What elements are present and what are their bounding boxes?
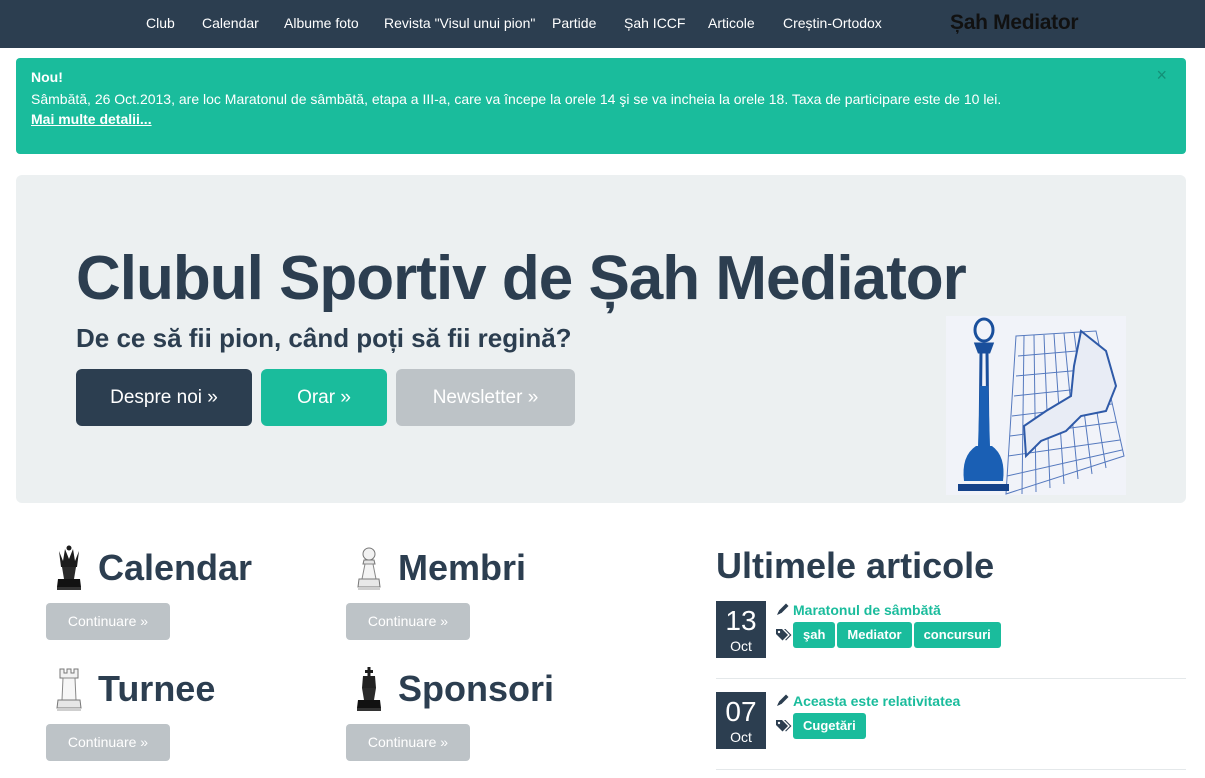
brand-logo[interactable]: Șah Mediator	[950, 11, 1079, 35]
date-month: Oct	[730, 729, 752, 745]
nav-item-albume-foto[interactable]: Albume foto	[284, 15, 359, 32]
nav-item-revista[interactable]: Revista "Visul unui pion"	[384, 15, 535, 32]
article-date: 13 Oct	[716, 601, 766, 658]
alert-more-link[interactable]: Mai multe detalii...	[31, 111, 152, 128]
feature-title-membri: Membri	[398, 547, 527, 588]
about-button[interactable]: Despre noi »	[76, 369, 252, 426]
article-title-link[interactable]: Maratonul de sâmbătă	[793, 602, 941, 619]
tag-badge[interactable]: Cugetări	[793, 713, 866, 739]
list-item: 07 Oct Aceasta este relativitatea Cugetă…	[716, 692, 1186, 770]
sponsori-continue-button[interactable]: Continuare »	[346, 724, 470, 761]
nav-item-partide[interactable]: Partide	[552, 15, 596, 32]
article-tags: Cugetări	[793, 713, 868, 739]
newsletter-button[interactable]: Newsletter »	[396, 369, 575, 426]
alert-text: Sâmbătă, 26 Oct.2013, are loc Maratonul …	[31, 91, 1002, 107]
date-day: 07	[725, 696, 757, 727]
white-pawn-icon	[357, 547, 381, 590]
tag-badge[interactable]: Mediator	[837, 622, 912, 648]
hero-jumbotron: Clubul Sportiv de Șah Mediator De ce să …	[16, 175, 1186, 503]
close-icon[interactable]: ×	[1156, 66, 1167, 84]
page-subtitle: De ce să fii pion, când poți să fii regi…	[76, 323, 572, 353]
article-tags: şah Mediator concursuri	[793, 622, 1003, 648]
white-rook-icon	[56, 668, 82, 711]
feature-title-sponsori: Sponsori	[398, 668, 555, 709]
black-queen-icon	[57, 545, 81, 590]
tags-icon	[776, 720, 792, 732]
article-date: 07 Oct	[716, 692, 766, 749]
feature-title-calendar: Calendar	[98, 547, 253, 588]
latest-articles-heading: Ultimele articole	[716, 545, 995, 586]
alert-title: Nou!	[31, 69, 63, 85]
pencil-icon	[777, 603, 789, 615]
black-king-icon	[357, 667, 381, 711]
tags-icon	[776, 629, 792, 641]
turnee-continue-button[interactable]: Continuare »	[46, 724, 170, 761]
feature-turnee: Turnee Continuare »	[46, 666, 326, 766]
feature-sponsori: Sponsori Continuare »	[346, 666, 626, 766]
tag-badge[interactable]: concursuri	[913, 622, 1001, 648]
feature-membri: Membri Continuare »	[346, 545, 626, 645]
nav-item-calendar[interactable]: Calendar	[202, 15, 259, 32]
nav-item-sah-iccf[interactable]: Șah ICCF	[624, 15, 685, 32]
schedule-button[interactable]: Orar »	[261, 369, 387, 426]
feature-title-turnee: Turnee	[98, 668, 216, 709]
date-day: 13	[725, 605, 757, 636]
feature-calendar: Calendar Continuare »	[46, 545, 326, 645]
article-title-link[interactable]: Aceasta este relativitatea	[793, 693, 960, 710]
list-item: 13 Oct Maratonul de sâmbătă şah Mediator c…	[716, 601, 1186, 679]
page-title: Clubul Sportiv de Șah Mediator	[76, 244, 967, 313]
date-month: Oct	[730, 638, 752, 654]
top-navbar: Club Calendar Albume foto Revista "Visul…	[0, 0, 1205, 48]
news-alert: Nou! Sâmbătă, 26 Oct.2013, are loc Marat…	[16, 58, 1186, 154]
calendar-continue-button[interactable]: Continuare »	[46, 603, 170, 640]
nav-item-articole[interactable]: Articole	[708, 15, 755, 32]
tag-badge[interactable]: şah	[793, 622, 836, 648]
pencil-icon	[777, 694, 789, 706]
nav-item-club[interactable]: Club	[146, 15, 175, 32]
pawn-drawing-image	[946, 316, 1126, 495]
membri-continue-button[interactable]: Continuare »	[346, 603, 470, 640]
nav-item-crestin-ortodox[interactable]: Creștin-Ortodox	[783, 15, 882, 32]
